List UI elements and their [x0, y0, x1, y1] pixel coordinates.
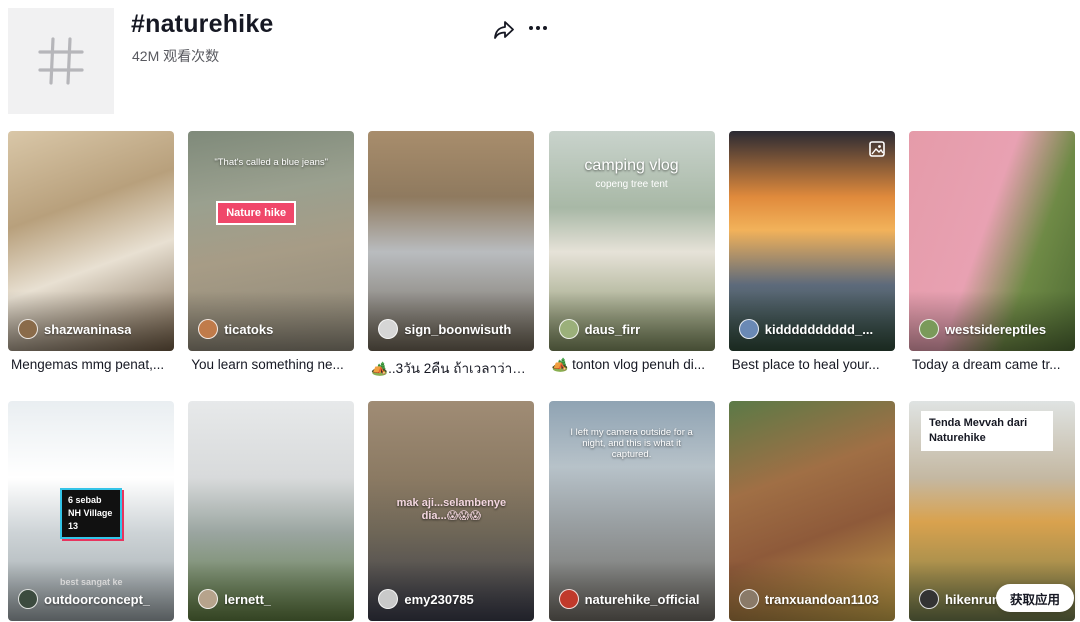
- hashtag-placeholder: [8, 8, 114, 114]
- author-name[interactable]: emy230785: [404, 592, 473, 607]
- avatar[interactable]: [738, 319, 759, 339]
- author-name[interactable]: tranxuandoan1103: [765, 592, 879, 607]
- video-grid: shazwaninasa Mengemas mmg penat,... "That'…: [8, 131, 1075, 621]
- video-author[interactable]: daus_firr: [558, 319, 641, 339]
- video-description[interactable]: 🏕️ tonton vlog penuh di...: [549, 357, 709, 373]
- avatar[interactable]: [558, 589, 579, 609]
- view-count: 42M 观看次数: [132, 48, 220, 64]
- video-thumbnail[interactable]: westsidereptiles: [908, 131, 1075, 351]
- avatar[interactable]: [378, 319, 399, 339]
- avatar[interactable]: [918, 319, 939, 339]
- photo-post-icon: [868, 141, 885, 162]
- video-thumbnail[interactable]: sign_boonwisuth: [368, 131, 535, 351]
- avatar[interactable]: [18, 589, 38, 609]
- author-name[interactable]: naturehike_official: [585, 592, 700, 607]
- avatar[interactable]: [198, 319, 219, 339]
- avatar[interactable]: [738, 589, 759, 609]
- video-author[interactable]: hikenrun: [918, 589, 1000, 609]
- author-name[interactable]: kidddddddddd_...: [765, 322, 873, 337]
- video-thumbnail[interactable]: lernett_: [188, 401, 355, 621]
- video-card[interactable]: westsidereptiles Today a dream came tr...: [908, 131, 1075, 401]
- avatar[interactable]: [378, 589, 399, 609]
- video-description[interactable]: 🏕️..3วัน 2คืน ถ้าเวลาว่าง...: [368, 357, 528, 379]
- get-app-button[interactable]: 获取应用: [996, 584, 1074, 612]
- video-card[interactable]: I left my camera outside for a night, an…: [548, 401, 715, 621]
- ellipsis-icon: [529, 26, 547, 30]
- video-card[interactable]: kidddddddddd_... Best place to heal your.…: [728, 131, 895, 401]
- video-author[interactable]: tranxuandoan1103: [738, 589, 879, 609]
- video-author[interactable]: outdoorconcept_: [18, 589, 150, 609]
- author-name[interactable]: sign_boonwisuth: [404, 322, 511, 337]
- page-title: #naturehike: [131, 10, 274, 38]
- video-thumbnail[interactable]: kidddddddddd_...: [728, 131, 895, 351]
- avatar[interactable]: [918, 589, 939, 609]
- avatar[interactable]: [558, 319, 579, 339]
- video-caption-overlay: "That's called a blue jeans": [214, 157, 329, 168]
- author-name[interactable]: lernett_: [224, 592, 271, 607]
- video-thumbnail[interactable]: "That's called a blue jeans" Nature hike t…: [188, 131, 355, 351]
- author-name[interactable]: outdoorconcept_: [44, 592, 150, 607]
- video-card[interactable]: mak aji...selambenye dia...😱😱😱 emy230785: [368, 401, 535, 621]
- video-author[interactable]: shazwaninasa: [18, 319, 131, 339]
- video-author[interactable]: emy230785: [378, 589, 474, 609]
- video-caption-overlay: mak aji...selambenye dia...😱😱😱: [396, 497, 507, 522]
- video-thumbnail[interactable]: tranxuandoan1103: [728, 401, 895, 621]
- share-icon: [494, 21, 514, 39]
- video-author[interactable]: kidddddddddd_...: [738, 319, 873, 339]
- video-description[interactable]: Today a dream came tr...: [909, 357, 1069, 372]
- video-author[interactable]: westsidereptiles: [918, 319, 1046, 339]
- video-card[interactable]: sign_boonwisuth 🏕️..3วัน 2คืน ถ้าเวลาว่าง…: [368, 131, 535, 401]
- video-author[interactable]: sign_boonwisuth: [378, 319, 511, 339]
- video-tag-label: Tenda Mevvah dari Naturehike: [920, 411, 1053, 451]
- video-author[interactable]: naturehike_official: [558, 589, 700, 609]
- video-card[interactable]: shazwaninasa Mengemas mmg penat,...: [8, 131, 174, 401]
- video-description[interactable]: Best place to heal your...: [729, 357, 889, 372]
- author-name[interactable]: westsidereptiles: [945, 322, 1046, 337]
- hashtag-icon: [38, 37, 84, 85]
- video-thumbnail[interactable]: mak aji...selambenye dia...😱😱😱 emy230785: [368, 401, 535, 621]
- video-caption-sub: copeng tree tent: [595, 179, 668, 190]
- video-thumbnail[interactable]: shazwaninasa: [8, 131, 174, 351]
- video-thumbnail[interactable]: camping vlog copeng tree tent daus_firr: [548, 131, 715, 351]
- author-name[interactable]: daus_firr: [585, 322, 641, 337]
- avatar[interactable]: [18, 319, 38, 339]
- video-thumbnail[interactable]: best sangat ke6 sebab NH Village 13outdo…: [8, 401, 174, 621]
- video-card[interactable]: tranxuandoan1103: [728, 401, 895, 621]
- video-tag-label: Nature hike: [216, 201, 297, 225]
- avatar[interactable]: [198, 589, 219, 609]
- share-button[interactable]: [492, 18, 516, 42]
- author-name[interactable]: shazwaninasa: [44, 322, 131, 337]
- more-options-button[interactable]: [526, 16, 550, 40]
- video-thumbnail[interactable]: I left my camera outside for a night, an…: [548, 401, 715, 621]
- video-tag-label: 6 sebab NH Village 13: [60, 488, 122, 539]
- video-caption-overlay: I left my camera outside for a night, an…: [570, 427, 693, 460]
- video-description[interactable]: Mengemas mmg penat,...: [8, 357, 168, 372]
- video-author[interactable]: lernett_: [198, 589, 271, 609]
- video-card[interactable]: camping vlog copeng tree tent daus_firr 🏕️ …: [548, 131, 715, 401]
- video-description[interactable]: You learn something ne...: [188, 357, 348, 372]
- video-card[interactable]: best sangat ke6 sebab NH Village 13outdo…: [8, 401, 174, 621]
- video-card[interactable]: "That's called a blue jeans" Nature hike t…: [188, 131, 355, 401]
- video-author[interactable]: ticatoks: [198, 319, 273, 339]
- video-card[interactable]: lernett_: [188, 401, 355, 621]
- author-name[interactable]: ticatoks: [224, 322, 273, 337]
- author-name[interactable]: hikenrun: [945, 592, 1000, 607]
